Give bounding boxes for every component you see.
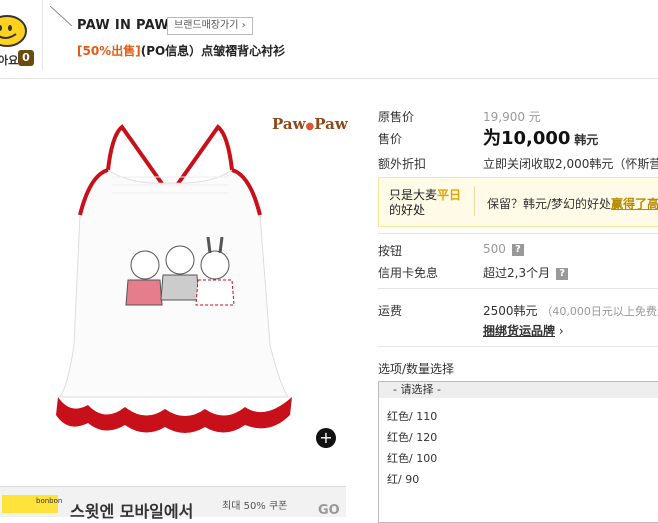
card-installment-label: 信用卡免息 <box>378 266 439 280</box>
brand-name[interactable]: PAW IN PAW <box>77 18 169 33</box>
like-widget[interactable]: 아요 0 <box>0 0 43 70</box>
shipping-label: 运费 <box>378 304 403 318</box>
option-item[interactable]: 红色/ 110 <box>387 408 437 424</box>
price-label: 售价 <box>378 132 403 146</box>
button-points-value: 500? <box>483 242 524 256</box>
help-icon[interactable]: ? <box>511 244 524 256</box>
shipping-value: 2500韩元 （40,000日元以上免费送 <box>483 302 658 319</box>
bonbon-logo: bonbon <box>2 495 62 513</box>
chevron-right-icon: › <box>558 324 564 338</box>
option-item[interactable]: 红色/ 100 <box>387 450 437 466</box>
banner-subtext: 최대 50% 쿠폰 <box>222 501 288 512</box>
option-label: 选项/数量选择 <box>378 362 455 376</box>
price-value: 10,000 <box>501 128 571 149</box>
price-prefix: 为 <box>483 128 501 149</box>
chevron-right-icon: › <box>241 20 246 31</box>
divider <box>378 288 658 289</box>
button-points-label: 按钮 <box>378 244 403 258</box>
divider <box>378 233 658 234</box>
benefit-title: 只是大麦平日 的好处 <box>389 188 462 217</box>
product-title: [50%出售](PO信息）点皱褶背心衬衫 <box>77 42 285 59</box>
product-header: 아요 0 PAW IN PAW 브랜드매장가기 › [50%出售](PO信息）点… <box>0 0 658 79</box>
plus-circle-icon[interactable]: + <box>316 428 336 448</box>
product-name: (PO信息）点皱褶背心衬衫 <box>140 44 286 58</box>
divider <box>378 346 658 347</box>
logo-right: Paw <box>314 115 348 133</box>
benefit-text: 保留？韩元/梦幻的好处赢得了高 <box>487 197 658 211</box>
like-label: 아요 <box>0 54 19 67</box>
option-item[interactable]: 红/ 90 <box>387 471 419 487</box>
discount-label: 额外折扣 <box>378 157 427 171</box>
discount-value: 立即关闭收取2,000韩元（怀斯营⁽ <box>483 157 658 171</box>
banner-go-button[interactable]: GO <box>318 503 340 518</box>
product-image[interactable] <box>50 115 300 445</box>
card-installment-value: 超过2,3个月? <box>483 264 569 281</box>
weekday-benefit-box: 只是大麦平日 的好处 保留？韩元/梦幻的好处赢得了高 <box>378 177 658 227</box>
banner-text: 스윗엔 모바일에서 <box>70 502 194 521</box>
divider-line <box>50 6 72 26</box>
product-image-area: Paw●Paw + <box>0 80 360 486</box>
bundle-shipping-link[interactable]: 捆绑货运品牌 › <box>483 322 564 339</box>
help-icon[interactable]: ? <box>556 268 569 280</box>
orig-price-label: 原售价 <box>378 110 415 124</box>
brand-store-button[interactable]: 브랜드매장가기 › <box>167 17 253 35</box>
paw-dot-icon: ● <box>305 121 315 132</box>
mobile-promo-banner[interactable]: bonbon 스윗엔 모바일에서 최대 50% 쿠폰 GO <box>0 486 346 521</box>
option-placeholder[interactable]: - 请选择 - <box>379 382 658 398</box>
sale-price: 为10,000 韩元 <box>483 124 598 150</box>
divider <box>474 186 475 216</box>
sale-tag: [50%出售] <box>77 44 141 58</box>
price-unit: 韩元 <box>574 133 599 147</box>
like-count-badge: 0 <box>18 50 34 66</box>
shipping-note: （40,000日元以上免费送 <box>541 305 658 318</box>
option-item[interactable]: 红色/ 120 <box>387 429 437 445</box>
smile-face-icon <box>0 15 27 47</box>
brand-store-button-label: 브랜드매장가기 <box>174 20 239 31</box>
orig-price-value: 19,900 元 <box>483 110 541 124</box>
benefit-link[interactable]: 赢得了高 <box>611 197 658 211</box>
option-listbox[interactable]: - 请选择 - 红色/ 110 红色/ 120 红色/ 100 红/ 90 <box>378 381 658 523</box>
